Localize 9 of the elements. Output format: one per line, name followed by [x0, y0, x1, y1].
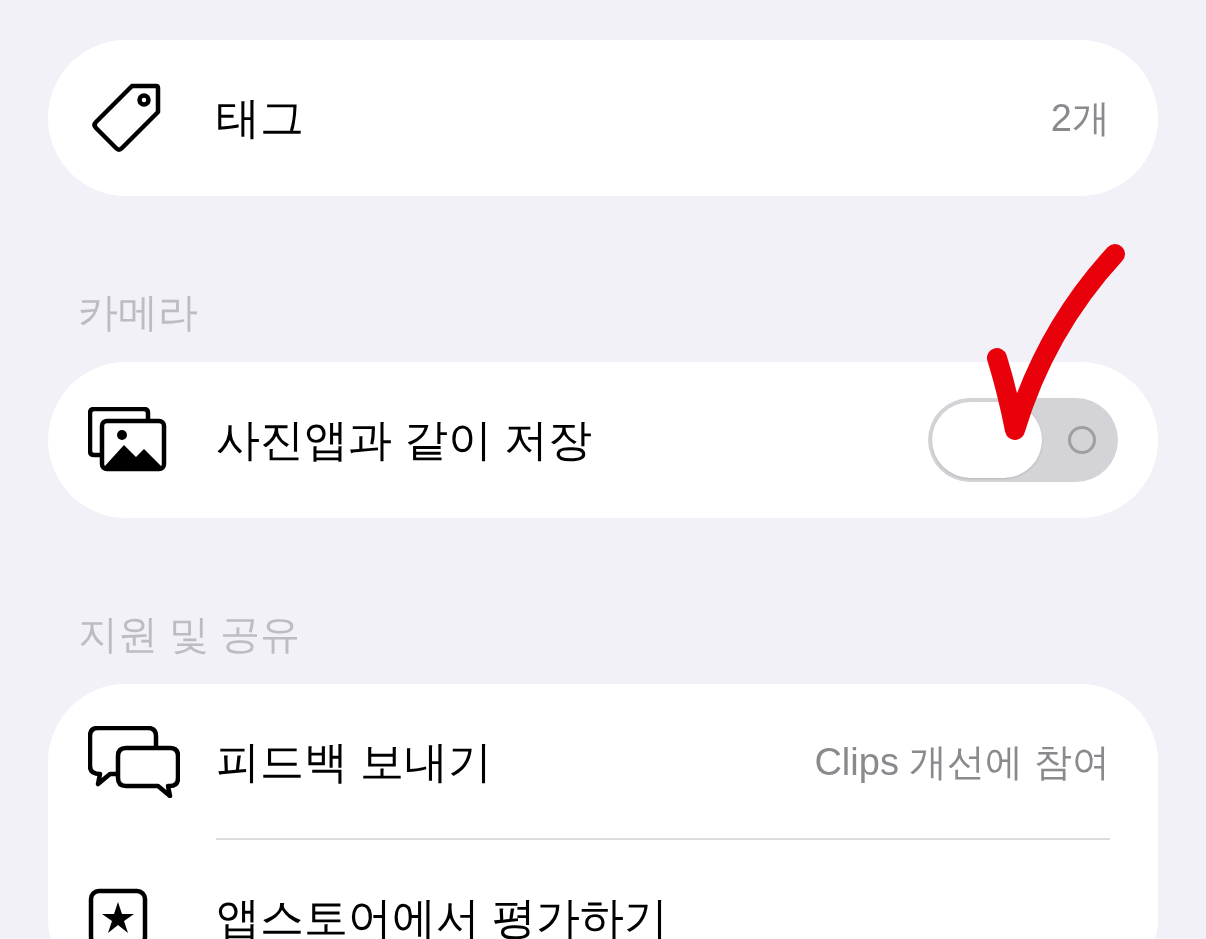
row-label: 태그: [216, 92, 305, 144]
row-value: 2개: [1050, 95, 1110, 141]
photos-icon: [88, 407, 168, 473]
row-label: 앱스토어에서 평가하기: [216, 892, 670, 939]
row-label: 피드백 보내기: [216, 736, 494, 788]
star-box-icon: [88, 888, 148, 939]
chat-bubbles-icon: [88, 726, 180, 798]
row-label: 사진앱과 같이 저장: [216, 414, 594, 466]
row-value: Clips 개선에 참여: [814, 739, 1110, 785]
